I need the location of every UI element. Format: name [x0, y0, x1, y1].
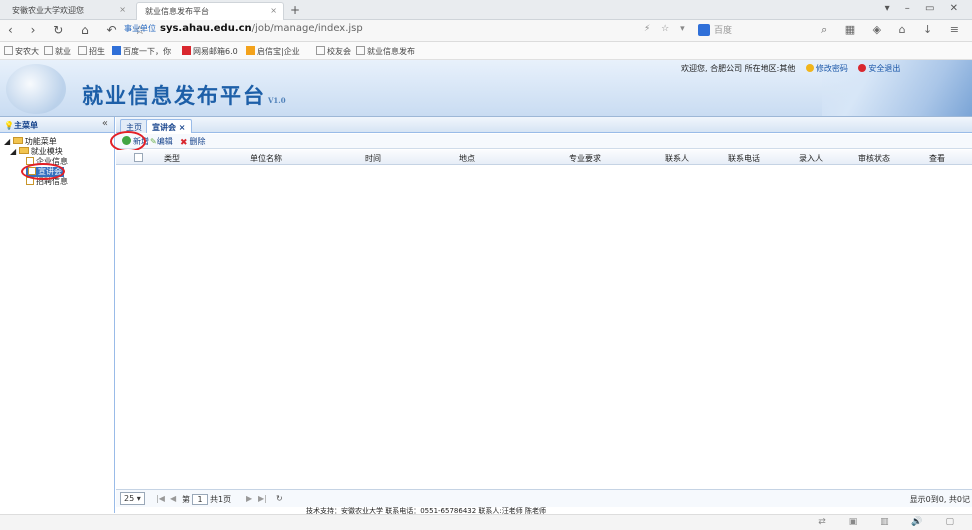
bookmark-item[interactable]: 招生 — [78, 46, 105, 57]
mail-icon — [182, 46, 191, 55]
window-controls[interactable]: ▾ – ▭ ✕ — [885, 3, 964, 14]
tree-root[interactable]: ◢ 功能菜单 — [4, 137, 57, 147]
url-host: sys.ahau.edu.cn — [160, 23, 252, 34]
content-tabs: 主页 宣讲会 × — [116, 117, 972, 133]
sidebar: 💡主菜单 « ◢ 功能菜单 ◢ 就业模块 企业信息 宣讲会 招聘信息 — [0, 117, 115, 513]
url-field[interactable]: 事业单位 sys.ahau.edu.cn/job/manage/index.jsp — [124, 23, 624, 39]
baidu-icon — [112, 46, 121, 55]
bookmarks-bar: 安农大 就业 招生 百度一下，你 网易邮箱6.0 启信宝|企业 校友会 就业信息… — [0, 42, 972, 60]
toolbar-icons[interactable]: ⌕ ▦ ◈ ⌂ ↓ ≡ — [821, 23, 966, 37]
prev-page-icon[interactable]: ◀ — [170, 494, 176, 503]
key-icon — [805, 64, 814, 72]
page-icon — [356, 46, 365, 55]
welcome-bar: 欢迎您, 合肥公司 所在地区:其他 修改密码 安全退出 — [681, 63, 900, 74]
page-number-input[interactable]: 1 — [192, 494, 208, 505]
column-header[interactable]: 专业要求 — [530, 153, 640, 164]
close-icon[interactable]: × — [119, 5, 126, 14]
page-icon — [78, 46, 87, 55]
browser-tabstrip: 安徽农业大学欢迎您 × 就业信息发布平台 × + ▾ – ▭ ✕ — [0, 0, 972, 20]
address-bar-row: ‹ › ↻ ⌂ ↶ ☆ 事业单位 sys.ahau.edu.cn/job/mana… — [0, 20, 972, 42]
browser-tab-platform[interactable]: 就业信息发布平台 × — [136, 2, 284, 20]
refresh-icon[interactable]: ↻ — [276, 494, 283, 503]
sidebar-title: 主菜单 — [13, 121, 38, 130]
browser-tab-label: 就业信息发布平台 — [145, 7, 209, 16]
app-title: 就业信息发布平台 V1.0 — [82, 83, 286, 108]
last-page-icon[interactable]: ▶| — [258, 494, 267, 503]
search-placeholder: 百度 — [714, 26, 733, 36]
new-tab-icon[interactable]: + — [290, 3, 300, 17]
baidu-icon — [698, 24, 710, 36]
column-header[interactable]: 地点 — [432, 153, 502, 164]
pagination-bar: 25 ▾ |◀ ◀ 第 1 共1页 ▶ ▶| ↻ 显示0到0, 共0记 — [116, 489, 972, 507]
column-header[interactable]: 联系人 — [652, 153, 702, 164]
close-icon[interactable]: × — [270, 6, 277, 15]
bookmark-star-icon[interactable]: ⚡ ☆ ▾ — [644, 24, 689, 34]
pencil-icon: ✎ — [150, 137, 157, 146]
select-all-checkbox[interactable] — [134, 153, 143, 162]
tab-seminar[interactable]: 宣讲会 × — [146, 119, 192, 133]
bulb-icon: 💡 — [4, 121, 14, 130]
bookmark-item[interactable]: 就业信息发布 — [356, 46, 415, 57]
browser-tab-label: 安徽农业大学欢迎您 — [12, 6, 84, 15]
page-icon — [44, 46, 53, 55]
column-header[interactable]: 单位名称 — [206, 153, 326, 164]
bookmark-item[interactable]: 就业 — [44, 46, 71, 57]
next-page-icon[interactable]: ▶ — [246, 494, 252, 503]
app-header: 就业信息发布平台 V1.0 欢迎您, 合肥公司 所在地区:其他 修改密码 安全退出 — [0, 60, 972, 117]
page-icon — [4, 46, 13, 55]
first-page-icon[interactable]: |◀ — [156, 494, 165, 503]
browser-statusbar: ⇄ ▣ ▥ 🔊 ▢ — [0, 514, 972, 530]
edit-button[interactable]: ✎编辑 — [150, 136, 173, 147]
page-indicator: 第 1 共1页 — [182, 494, 232, 505]
column-header[interactable]: 录入人 — [786, 153, 836, 164]
folder-icon — [12, 137, 23, 144]
power-icon — [858, 64, 867, 72]
bookmark-item[interactable]: 校友会 — [316, 46, 351, 57]
collapse-icon[interactable]: « — [102, 118, 108, 129]
welcome-text: 欢迎您, 合肥公司 所在地区:其他 — [681, 64, 796, 73]
bookmark-item[interactable]: 网易邮箱6.0 — [182, 46, 238, 57]
change-password-link[interactable]: 修改密码 — [805, 64, 848, 73]
page-info: 显示0到0, 共0记 — [909, 495, 970, 504]
browser-tab-ahau[interactable]: 安徽农业大学欢迎您 × — [4, 2, 132, 20]
highlight-annotation — [110, 131, 146, 152]
logout-link[interactable]: 安全退出 — [858, 64, 900, 73]
page-icon — [316, 46, 325, 55]
tree-module[interactable]: ◢ 就业模块 — [10, 147, 63, 157]
bookmark-item[interactable]: 安农大 — [4, 46, 39, 57]
app-version: V1.0 — [268, 96, 286, 105]
content-panel: 主页 宣讲会 × 新增 ✎编辑 ✖ 删除 类型 单位名称 时间 地点 专业要求 联… — [110, 117, 972, 513]
folder-icon — [18, 147, 29, 154]
page-size-select[interactable]: 25 ▾ — [120, 492, 145, 505]
status-icons[interactable]: ⇄ ▣ ▥ 🔊 ▢ — [818, 517, 964, 527]
security-badge: 事业单位 — [124, 24, 156, 33]
url-path: /job/manage/index.jsp — [251, 23, 363, 34]
column-header[interactable]: 联系电话 — [714, 153, 774, 164]
qixinbao-icon — [246, 46, 255, 55]
grid-toolbar: 新增 ✎编辑 ✖ 删除 — [116, 134, 972, 149]
column-header[interactable]: 时间 — [338, 153, 408, 164]
column-header[interactable]: 查看 — [912, 153, 962, 164]
bookmark-item[interactable]: 百度一下，你 — [112, 46, 171, 57]
sidebar-header: 💡主菜单 « — [0, 117, 114, 133]
delete-x-icon: ✖ — [180, 138, 188, 148]
column-header[interactable]: 类型 — [154, 153, 190, 164]
delete-button[interactable]: ✖ 删除 — [180, 136, 206, 148]
header-globe-art — [6, 64, 66, 114]
bookmark-item[interactable]: 启信宝|企业 — [246, 46, 300, 57]
column-header[interactable]: 审核状态 — [846, 153, 902, 164]
highlight-annotation — [21, 163, 65, 180]
grid-header: 类型 单位名称 时间 地点 专业要求 联系人 联系电话 录入人 审核状态 查看 — [116, 150, 972, 165]
